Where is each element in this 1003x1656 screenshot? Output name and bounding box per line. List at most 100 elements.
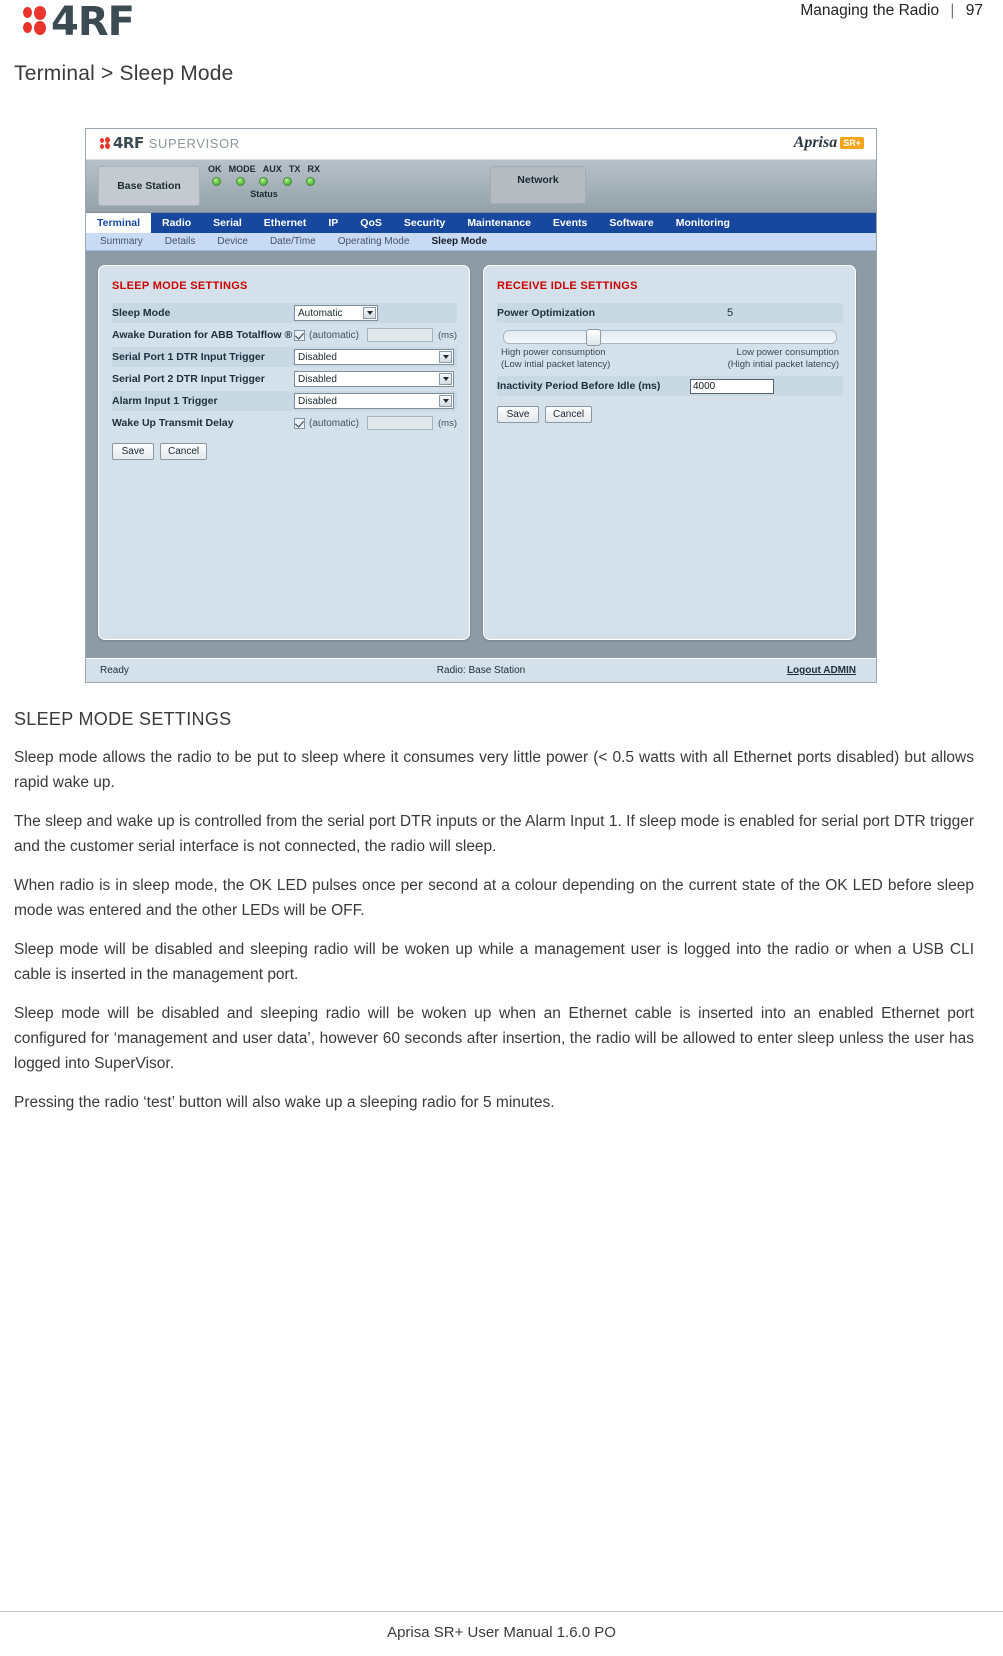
app-brand-bar: 4RF SUPERVISOR Aprisa SR+ [86, 129, 876, 160]
paragraph-4: Sleep mode will be disabled and sleeping… [14, 941, 974, 983]
app-sub-nav: Summary Details Device Date/Time Operati… [86, 233, 876, 251]
section-body: Sleep mode allows the radio to be put to… [14, 745, 974, 1129]
unit-wake-up-transmit-delay: (ms) [438, 417, 458, 429]
tab-serial[interactable]: Serial [202, 213, 253, 233]
running-head-title: Managing the Radio [800, 2, 940, 19]
sleep-panel-button-row: Save Cancel [112, 443, 457, 460]
row-wake-up-transmit-delay: Wake Up Transmit Delay (automatic) (ms) [112, 413, 457, 433]
label-serial-port-2-dtr: Serial Port 2 DTR Input Trigger [112, 373, 265, 385]
slider-thumb[interactable] [586, 329, 601, 346]
chevron-down-icon[interactable] [363, 307, 376, 319]
tab-terminal[interactable]: Terminal [86, 213, 151, 233]
select-alarm-input-1-value: Disabled [298, 395, 337, 407]
status-caption: Status [250, 189, 278, 199]
led-rx-icon [306, 177, 315, 186]
chevron-down-icon[interactable] [439, 351, 452, 363]
receive-idle-settings-title: RECEIVE IDLE SETTINGS [497, 280, 638, 292]
chevron-down-icon[interactable] [439, 395, 452, 407]
select-alarm-input-1[interactable]: Disabled [294, 393, 454, 409]
brand-logo: 4RF [22, 0, 135, 45]
label-inactivity-period: Inactivity Period Before Idle (ms) [497, 380, 661, 392]
power-optimization-slider[interactable] [503, 329, 837, 346]
running-head-separator: | [950, 2, 955, 19]
chevron-down-icon[interactable] [439, 373, 452, 385]
idle-cancel-button[interactable]: Cancel [545, 406, 593, 423]
subtab-operating-mode[interactable]: Operating Mode [338, 236, 410, 247]
checkbox-wake-up-transmit-delay-automatic[interactable] [294, 417, 305, 429]
select-serial-port-2-dtr-value: Disabled [298, 373, 337, 385]
tab-monitoring[interactable]: Monitoring [665, 213, 741, 233]
paragraph-5: Sleep mode will be disabled and sleeping… [14, 1005, 974, 1072]
paragraph-3: When radio is in sleep mode, the OK LED … [14, 877, 974, 919]
page-footer-text: Aprisa SR+ User Manual 1.6.0 PO [387, 1624, 616, 1641]
logout-link[interactable]: Logout ADMIN [787, 665, 856, 676]
app-logo-supervisor: SUPERVISOR [148, 135, 240, 151]
network-box[interactable]: Network [490, 166, 586, 204]
tab-qos[interactable]: QoS [349, 213, 393, 233]
led-indicators [208, 177, 320, 186]
subtab-summary[interactable]: Summary [100, 236, 143, 247]
label-serial-port-1-dtr: Serial Port 1 DTR Input Trigger [112, 351, 265, 363]
select-sleep-mode[interactable]: Automatic [294, 305, 378, 321]
led-aux-icon [259, 177, 268, 186]
led-label-mode: MODE [228, 164, 256, 174]
subtab-device[interactable]: Device [217, 236, 248, 247]
sleep-save-button[interactable]: Save [112, 443, 154, 460]
four-dots-icon [22, 5, 48, 39]
input-wake-up-transmit-delay[interactable] [367, 416, 434, 430]
select-serial-port-1-dtr[interactable]: Disabled [294, 349, 454, 365]
label-wake-up-transmit-delay-automatic: (automatic) [309, 417, 360, 429]
sleep-mode-settings-title: SLEEP MODE SETTINGS [112, 280, 248, 292]
application-screenshot: 4RF SUPERVISOR Aprisa SR+ Base Station O… [85, 128, 877, 683]
app-radio-text: Radio: Base Station [436, 665, 526, 676]
label-awake-duration: Awake Duration for ABB Totalflow ® [112, 329, 293, 341]
led-label-tx: TX [288, 164, 301, 174]
subtab-sleep-mode[interactable]: Sleep Mode [431, 236, 487, 247]
idle-save-button[interactable]: Save [497, 406, 539, 423]
slider-label-high-power: High power consumption [501, 347, 606, 358]
paragraph-2: The sleep and wake up is controlled from… [14, 813, 974, 855]
tab-software[interactable]: Software [598, 213, 664, 233]
led-ok-icon [212, 177, 221, 186]
slider-label-high-latency: (High intial packet latency) [727, 359, 839, 370]
row-power-optimization: Power Optimization 5 [497, 303, 843, 323]
tab-maintenance[interactable]: Maintenance [456, 213, 542, 233]
row-inactivity-period: Inactivity Period Before Idle (ms) 4000 [497, 376, 843, 396]
checkbox-awake-duration-automatic[interactable] [294, 329, 305, 341]
tab-radio[interactable]: Radio [151, 213, 202, 233]
row-serial-port-1-dtr: Serial Port 1 DTR Input Trigger Disabled [112, 347, 457, 367]
receive-idle-settings-panel: RECEIVE IDLE SETTINGS Power Optimization… [483, 265, 856, 640]
power-optimization-slider-wrap: High power consumption Low power consump… [497, 329, 843, 370]
slider-label-low-power: Low power consumption [736, 347, 839, 358]
tab-ethernet[interactable]: Ethernet [253, 213, 318, 233]
subtab-date-time[interactable]: Date/Time [270, 236, 316, 247]
row-serial-port-2-dtr: Serial Port 2 DTR Input Trigger Disabled [112, 369, 457, 389]
label-wake-up-transmit-delay: Wake Up Transmit Delay [112, 417, 234, 429]
tab-events[interactable]: Events [542, 213, 598, 233]
app-content-area: SLEEP MODE SETTINGS Sleep Mode Automatic… [86, 251, 876, 669]
radio-name-box[interactable]: Base Station [98, 166, 200, 206]
label-alarm-input-1: Alarm Input 1 Trigger [112, 395, 218, 407]
subtab-details[interactable]: Details [165, 236, 196, 247]
led-tx-icon [282, 177, 292, 186]
input-inactivity-period[interactable]: 4000 [690, 378, 774, 394]
select-serial-port-1-dtr-value: Disabled [298, 351, 337, 363]
led-label-ok: OK [208, 164, 222, 174]
row-awake-duration: Awake Duration for ABB Totalflow ® (auto… [112, 325, 457, 345]
brand-logo-text: 4RF [51, 0, 135, 45]
tab-security[interactable]: Security [393, 213, 456, 233]
tab-ip[interactable]: IP [317, 213, 349, 233]
four-dots-icon-small [100, 136, 111, 150]
label-awake-duration-automatic: (automatic) [309, 329, 360, 341]
select-serial-port-2-dtr[interactable]: Disabled [294, 371, 454, 387]
slider-label-low-latency: (Low intial packet latency) [501, 359, 611, 370]
app-model-badge: Aprisa SR+ [794, 134, 864, 152]
page-number: 97 [965, 2, 983, 19]
input-awake-duration[interactable] [367, 328, 434, 342]
row-sleep-mode: Sleep Mode Automatic [112, 303, 457, 323]
slider-secondary-labels: (Low intial packet latency) (High intial… [497, 359, 843, 370]
app-status-bar: Ready Radio: Base Station Logout ADMIN [86, 658, 876, 682]
select-sleep-mode-value: Automatic [298, 307, 343, 319]
unit-awake-duration: (ms) [438, 329, 458, 341]
sleep-cancel-button[interactable]: Cancel [160, 443, 208, 460]
